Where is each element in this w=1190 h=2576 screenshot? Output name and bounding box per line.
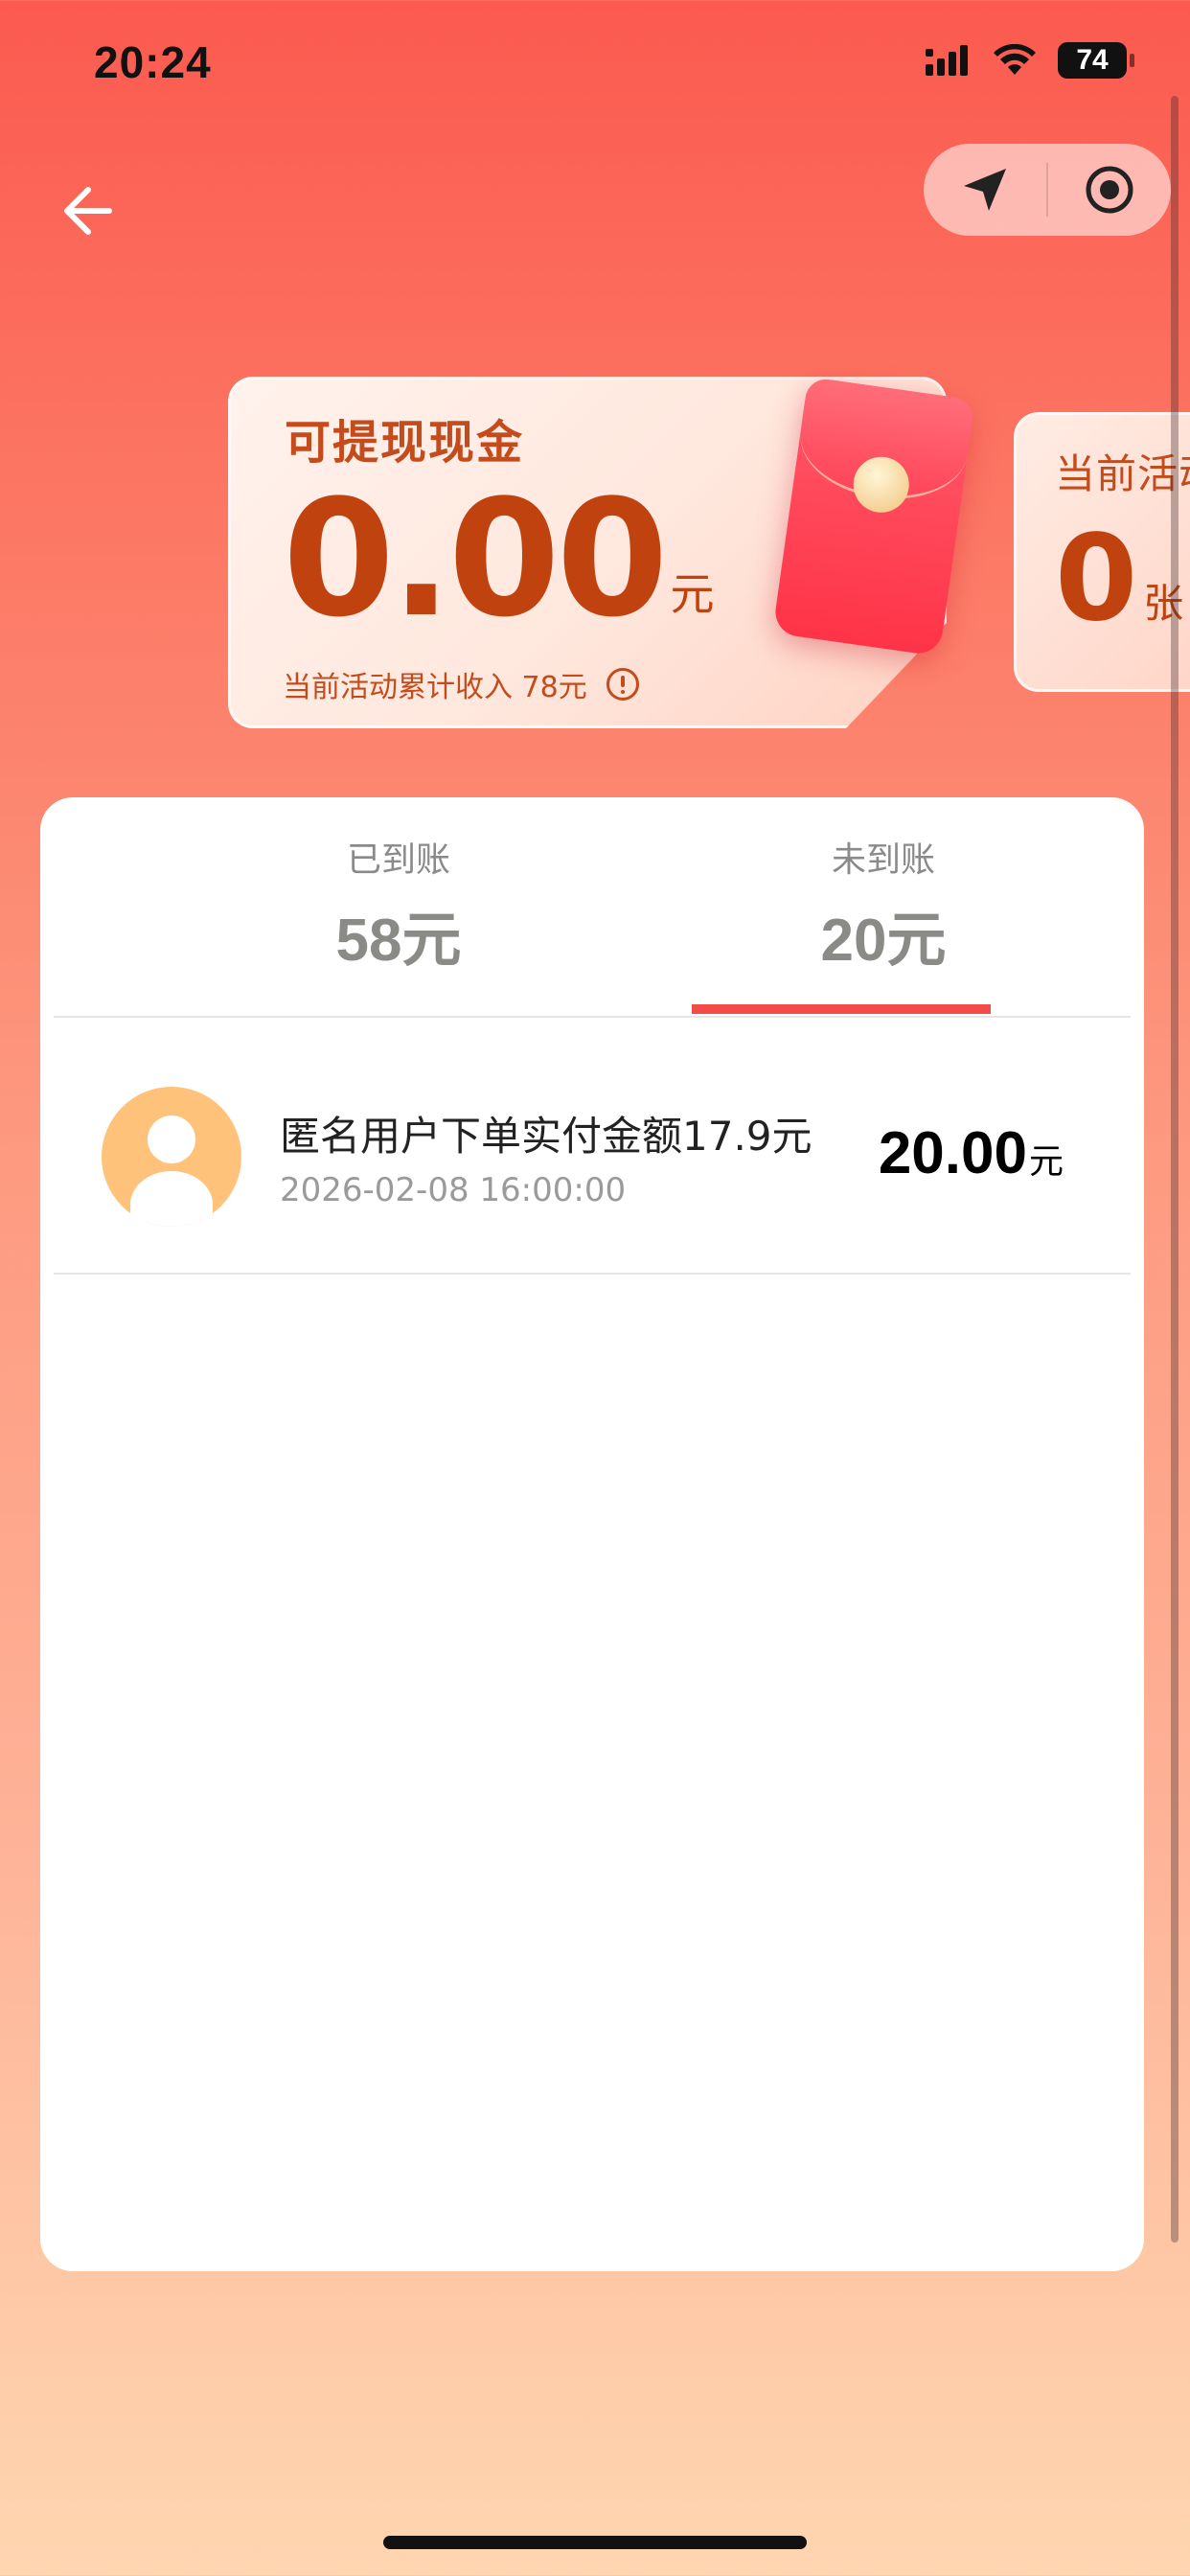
mini-program-capsule — [924, 144, 1171, 236]
arrow-left-icon — [64, 187, 112, 235]
status-bar: 20:24 74 — [0, 0, 1190, 125]
home-indicator[interactable] — [383, 2536, 807, 2549]
user-icon-head — [148, 1116, 195, 1163]
target-icon — [1086, 166, 1133, 214]
tab-label: 未到账 — [831, 840, 935, 880]
cash-amount-value: 0.00 — [283, 465, 669, 653]
tab-bar: 已到账 58元 未到账 20元 — [54, 797, 1131, 1018]
tab-received[interactable]: 已到账 58元 — [159, 832, 638, 978]
cellular-signal-icon — [926, 45, 968, 76]
wifi-icon — [994, 44, 1036, 75]
side-card-title: 当前活动 — [1055, 450, 1190, 497]
battery-icon: 74 — [1058, 42, 1134, 79]
list-item[interactable]: 匿名用户下单实付金额17.9元 2026-02-08 16:00:00 20.0… — [54, 1016, 1131, 1275]
info-icon[interactable] — [606, 668, 639, 701]
record-amount-unit: 元 — [1028, 1142, 1064, 1182]
side-card-amount: 0 张 — [1055, 510, 1183, 648]
navigation-arrow-icon — [964, 169, 1006, 211]
tab-label: 已到账 — [346, 840, 450, 880]
cash-card-footer: 当前活动累计收入 78元 — [283, 663, 639, 705]
tab-pending[interactable]: 未到账 20元 — [644, 832, 1123, 978]
close-mini-program-button[interactable] — [1048, 144, 1171, 236]
record-amount-value: 20.00 — [878, 1120, 1027, 1186]
cash-amount: 0.00 元 — [283, 465, 715, 653]
records-panel: 已到账 58元 未到账 20元 匿名用户下单实付金额17.9元 2026-02-… — [40, 797, 1144, 2271]
status-icons: 74 — [926, 42, 1134, 79]
current-activity-card[interactable]: 当前活动 0 张 — [1014, 412, 1190, 692]
back-button[interactable] — [56, 180, 117, 242]
scrollbar[interactable] — [1171, 96, 1179, 2242]
cash-amount-unit: 元 — [670, 568, 715, 620]
cash-card-title: 可提现现金 — [285, 416, 525, 470]
active-tab-indicator — [692, 1004, 991, 1014]
record-time: 2026-02-08 16:00:00 — [280, 1171, 627, 1209]
record-amount: 20.00 元 — [879, 1119, 1064, 1187]
tab-value: 20元 — [820, 908, 947, 974]
tab-value: 58元 — [335, 908, 462, 974]
navigate-button[interactable] — [924, 144, 1046, 236]
status-time: 20:24 — [94, 37, 212, 87]
user-icon-body — [130, 1171, 213, 1227]
record-title: 匿名用户下单实付金额17.9元 — [280, 1113, 812, 1160]
cumulative-income-text: 当前活动累计收入 78元 — [283, 671, 587, 704]
avatar — [102, 1087, 241, 1227]
side-card-value: 0 — [1055, 510, 1138, 648]
red-envelope-illustration — [772, 377, 975, 656]
